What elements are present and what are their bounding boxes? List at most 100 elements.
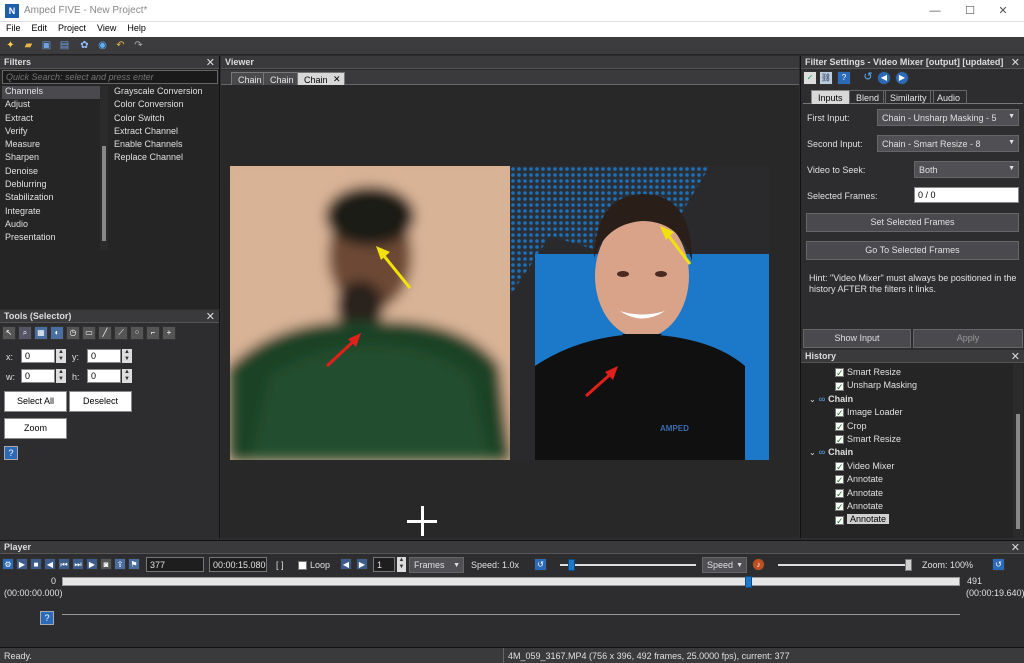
settings-icon[interactable]: ✿ [78,39,91,52]
viewer-tab-2[interactable]: Chain [263,72,301,85]
history-filter-item[interactable]: ✓ Smart Resize [835,367,901,378]
export-icon[interactable]: ⇪ [114,558,126,570]
snapshot-icon[interactable]: ◙ [100,558,112,570]
magnifier-tool-icon[interactable]: ⌕ [18,326,32,340]
history-enable-checkbox[interactable]: ✓ [835,502,844,512]
zoom-slider[interactable] [778,559,912,571]
history-filter-item[interactable]: ✓ Video Mixer [835,461,894,471]
redo-icon[interactable]: ↷ [132,39,145,52]
filter-category-item[interactable]: Integrate [2,206,100,219]
tab-audio[interactable]: Audio [930,90,968,104]
history-enable-checkbox[interactable]: ✓ [835,488,844,498]
prev-filter-icon[interactable]: ◀ [877,71,891,85]
filter-category-item[interactable]: Stabilization [2,192,100,205]
speed-slider-thumb[interactable] [568,559,575,571]
h-field[interactable]: 0 [87,369,121,383]
menu-help[interactable]: Help [121,22,151,33]
menu-file[interactable]: File [0,22,26,33]
menu-view[interactable]: View [91,22,121,33]
history-enable-checkbox[interactable]: ✓ [835,368,844,378]
y-spinner[interactable]: ▲ ▼ [122,349,132,363]
go-to-selected-frames-button[interactable]: Go To Selected Frames [806,241,1019,260]
video-to-seek-select[interactable]: Both ▼ [914,161,1019,178]
history-enable-checkbox[interactable]: ✓ [835,435,844,445]
filter-category-item[interactable]: Audio [2,219,100,232]
minimize-button[interactable]: — [920,2,950,20]
close-tools-icon[interactable]: ✕ [206,310,215,323]
y-field[interactable]: 0 [87,349,121,363]
history-filter-item[interactable]: ✓ Crop [835,421,867,431]
audio-icon[interactable]: ♪ [752,558,765,571]
prev-step-icon[interactable]: ◀ [340,558,352,570]
step-unit-select[interactable]: Frames ▼ [409,557,464,573]
play-icon[interactable]: ▶ [16,558,28,570]
history-enable-checkbox[interactable]: ✓ [835,381,844,391]
menu-project[interactable]: Project [52,22,91,33]
timeline-playhead[interactable] [745,576,752,588]
undo-icon[interactable]: ↶ [114,39,127,52]
maximize-button[interactable]: ☐ [955,2,985,20]
history-filter-item[interactable]: ✓ Annotate [835,474,883,485]
filter-category-item[interactable]: Presentation [2,232,100,245]
crosshair-tool-icon[interactable]: + [162,326,176,340]
loop-toggle[interactable]: ✓Loop [298,560,330,571]
next-step-icon[interactable]: ▶ [356,558,368,570]
tab-similarity[interactable]: Similarity [883,90,934,104]
step-forward-icon[interactable]: ▶ [86,558,98,570]
apply-button[interactable]: Apply [913,329,1023,348]
step-size-field[interactable]: 1 [373,557,395,572]
h-spinner[interactable]: ▲ ▼ [122,369,132,383]
history-enable-checkbox[interactable]: ✓ [835,475,844,485]
filter-item[interactable]: Replace Channel [112,152,218,165]
filter-category-item[interactable]: Deblurring [2,179,100,192]
filter-item[interactable]: Color Conversion [112,99,218,112]
reset-icon[interactable]: ↺ [861,71,875,85]
link-icon[interactable]: ⛓ [819,71,833,85]
next-filter-icon[interactable]: ▶ [895,71,909,85]
enable-checkbox-icon[interactable]: ✓ [803,71,817,85]
new-project-icon[interactable]: ✦ [4,39,17,52]
reset-speed-icon[interactable]: ↺ [534,558,547,571]
close-filters-icon[interactable]: ✕ [206,56,215,69]
chevron-down-icon[interactable]: ⌄ [809,448,816,457]
w-spinner[interactable]: ▲ ▼ [56,369,66,383]
zoom-slider-thumb[interactable] [905,559,912,571]
history-enable-checkbox[interactable]: ✓ [835,515,844,525]
chevron-down-icon[interactable]: ⌄ [809,395,816,404]
second-input-select[interactable]: Chain - Smart Resize - 8 ▼ [877,135,1019,152]
history-chain-node[interactable]: ⌄ ∞ Chain [809,394,853,404]
polyline-tool-icon[interactable]: ⟋ [114,326,128,340]
filter-category-item[interactable]: Measure [2,139,100,152]
history-filter-item[interactable]: ✓ Annotate [835,488,883,498]
bookmark-icon[interactable]: ⚑ [128,558,140,570]
save-as-icon[interactable]: ▤ [58,39,71,52]
category-scrollbar[interactable] [100,86,108,250]
viewer-tab-3-active[interactable]: Chain ✕ [297,72,345,85]
clock-tool-icon[interactable]: ◷ [66,326,80,340]
filter-item[interactable]: Enable Channels [112,139,218,152]
zoom-button[interactable]: Zoom [4,418,67,439]
image-tool-icon[interactable]: ▦ [34,326,48,340]
rect-tool-icon[interactable]: ▭ [82,326,96,340]
history-filter-item[interactable]: ✓ Annotate [835,514,890,525]
selector-tool-icon[interactable]: ↖ [2,326,16,340]
menu-edit[interactable]: Edit [26,22,53,33]
close-filter-settings-icon[interactable]: ✕ [1011,56,1020,69]
history-scrollbar[interactable] [1013,364,1023,538]
tab-close-icon[interactable]: ✕ [333,74,341,85]
last-frame-icon[interactable]: ⏭ [72,558,84,570]
filter-item[interactable]: Color Switch [112,113,218,126]
frame-number-field[interactable]: 377 [146,557,204,572]
first-frame-icon[interactable]: ⏮ [58,558,70,570]
filter-category-item[interactable]: Adjust [2,99,100,112]
filter-item[interactable]: Extract Channel [112,126,218,139]
open-folder-icon[interactable]: ▰ [22,39,35,52]
x-field[interactable]: 0 [21,349,55,363]
reset-zoom-icon[interactable]: ↺ [992,558,1005,571]
history-filter-item[interactable]: ✓ Annotate [835,501,883,512]
speed-mode-select[interactable]: Speed ▼ [702,557,747,573]
line-tool-icon[interactable]: ╱ [98,326,112,340]
selection-brackets[interactable]: [ ] [276,560,284,570]
quick-search-input[interactable] [2,70,218,84]
set-selected-frames-button[interactable]: Set Selected Frames [806,213,1019,232]
